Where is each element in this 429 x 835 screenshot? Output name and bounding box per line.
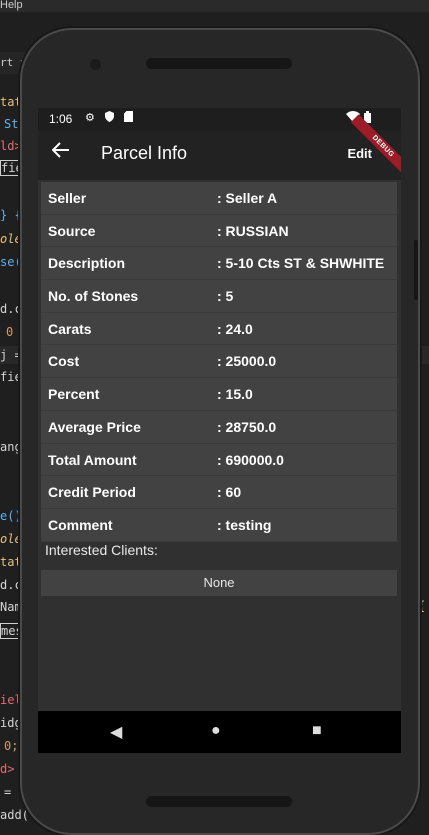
row-label: Description <box>48 255 126 272</box>
code-line: { <box>418 599 426 613</box>
row-label: No. of Stones <box>48 288 139 305</box>
code-line: ole <box>0 532 22 546</box>
code-line: e() <box>0 509 22 523</box>
code-line: ole <box>0 232 22 246</box>
row-value: : 60 <box>217 484 242 501</box>
table-row: Cost : 25000.0 <box>41 345 397 379</box>
row-value: : testing <box>217 516 272 533</box>
row-label: Credit Period <box>48 484 136 501</box>
code-line: fie <box>0 370 22 384</box>
row-label: Percent <box>48 386 100 403</box>
top-speaker <box>146 58 292 69</box>
bottom-speaker <box>146 796 292 807</box>
code-line: = <box>4 785 19 799</box>
row-value: : 5-10 Cts ST & SHWHITE <box>217 255 385 272</box>
code-line: iel <box>0 693 22 707</box>
row-value: : 690000.0 <box>217 451 284 468</box>
app-bar: Parcel Info Edit DEBUG <box>38 114 401 180</box>
table-row: Comment : testing <box>41 509 397 542</box>
table-row: Carats : 24.0 <box>41 313 397 346</box>
android-nav-bar: ◀ ● ■ <box>38 711 401 753</box>
interested-clients-item[interactable]: None <box>41 570 397 596</box>
page-title: Parcel Info <box>101 143 188 163</box>
row-label: Average Price <box>48 418 141 435</box>
row-label: Cost <box>48 353 80 370</box>
table-row: Total Amount : 690000.0 <box>41 444 397 477</box>
table-row: Average Price : 28750.0 <box>41 411 397 444</box>
nav-recents-icon[interactable]: ■ <box>312 722 322 740</box>
status-time: 1:06 <box>49 112 73 126</box>
interested-clients-label: Interested Clients: <box>45 542 158 558</box>
row-value: : Seller A <box>217 190 278 206</box>
power-button <box>414 240 418 300</box>
menu-help[interactable]: Help <box>0 0 23 11</box>
parcel-info-table: Seller : Seller A Source : RUSSIAN Descrip… <box>41 182 397 542</box>
edit-button[interactable]: Edit <box>347 146 372 161</box>
back-arrow-icon[interactable] <box>51 141 70 165</box>
code-line: 0 <box>6 325 14 339</box>
sd-card-icon <box>124 111 133 125</box>
ide-menu-bar: Help <box>0 0 429 12</box>
code-line: mes <box>0 623 24 639</box>
settings-icon: ⚙ <box>85 112 95 124</box>
phone-screen: 1:06 ⚙ Parcel Info Edit DEBUG Seller : Se… <box>38 108 401 753</box>
table-row: Percent : 15.0 <box>41 378 397 411</box>
code-line: add( <box>0 808 29 822</box>
table-row: Source : RUSSIAN <box>41 215 397 248</box>
code-line: fie <box>0 160 24 176</box>
row-label: Total Amount <box>48 451 137 468</box>
row-value: : 5 <box>217 288 234 305</box>
row-value: : 28750.0 <box>217 418 277 435</box>
status-bar: 1:06 ⚙ <box>38 108 401 130</box>
row-label: Carats <box>48 320 92 337</box>
code-line: ld> <box>0 139 22 153</box>
row-value: : 15.0 <box>217 386 253 403</box>
code-line: 0; <box>4 739 19 753</box>
code-line: j = <box>0 348 22 362</box>
code-line: } { <box>0 208 22 222</box>
table-row: Description : 5-10 Cts ST & SHWHITE <box>41 247 397 281</box>
table-row: Seller : Seller A <box>41 182 397 215</box>
nav-home-icon[interactable]: ● <box>211 722 221 740</box>
row-value: : 25000.0 <box>217 353 277 370</box>
code-line: se( <box>0 255 22 269</box>
row-label: Comment <box>48 516 113 533</box>
row-value: : 24.0 <box>217 320 253 337</box>
row-value: : RUSSIAN <box>217 222 289 239</box>
shield-icon <box>105 111 114 125</box>
nav-back-icon[interactable]: ◀ <box>110 722 122 742</box>
front-camera <box>90 59 101 70</box>
row-label: Seller <box>48 190 87 206</box>
table-row: No. of Stones : 5 <box>41 280 397 313</box>
table-row: Credit Period : 60 <box>41 476 397 509</box>
code-line: d> <box>0 762 22 776</box>
row-label: Source <box>48 222 96 239</box>
